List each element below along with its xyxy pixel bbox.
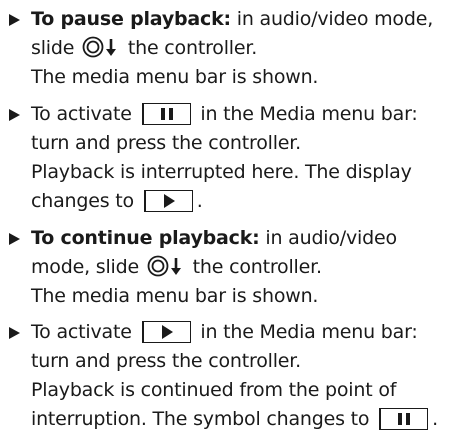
instruction-item-continue: To continue playback: in audio/video mod…: [9, 224, 459, 311]
instruction-list: To pause playback: in audio/video mode, …: [0, 0, 463, 434]
instruction-line: Playback is continued from the point of: [31, 379, 397, 401]
triangle-bullet-icon: [9, 318, 25, 347]
instruction-line: The media menu bar is shown.: [31, 66, 319, 88]
instruction-item-pause: To pause playback: in audio/video mode, …: [9, 5, 459, 92]
play-icon: [143, 190, 193, 212]
pause-icon: [379, 408, 429, 430]
instruction-line: turn and press the controller.: [31, 132, 301, 154]
triangle-bullet-icon: [9, 100, 25, 129]
play-icon: [141, 321, 191, 343]
instruction-line: interruption. The symbol changes to .: [31, 408, 438, 430]
instruction-line: mode, slide the controller.: [31, 255, 322, 278]
instruction-item-activate-pause: To activate in the Media menu bar: turn …: [9, 100, 459, 216]
instruction-line: Playback is interrupted here. The displa…: [31, 161, 412, 183]
instruction-line: changes to .: [31, 190, 203, 212]
instruction-line: turn and press the controller.: [31, 350, 301, 372]
instruction-line: To pause playback: in audio/video mode,: [31, 8, 434, 30]
instruction-item-activate-play: To activate in the Media menu bar: turn …: [9, 318, 459, 434]
controller-slide-down-icon: [147, 255, 185, 277]
instruction-line: To continue playback: in audio/video: [31, 227, 397, 249]
instruction-line: The media menu bar is shown.: [31, 285, 319, 307]
pause-icon: [141, 103, 191, 125]
instruction-line: To activate in the Media menu bar:: [31, 103, 418, 125]
instruction-lead: To continue playback:: [31, 227, 260, 249]
triangle-bullet-icon: [9, 5, 25, 34]
instruction-line: slide the controller.: [31, 36, 258, 59]
triangle-bullet-icon: [9, 224, 25, 253]
instruction-lead: To pause playback:: [31, 8, 231, 30]
controller-slide-down-icon: [82, 36, 120, 58]
instruction-line: To activate in the Media menu bar:: [31, 321, 418, 343]
